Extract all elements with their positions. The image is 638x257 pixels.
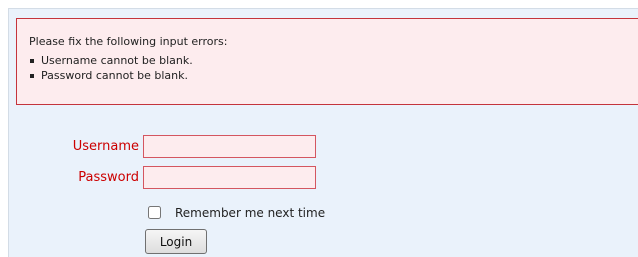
error-item-password: Password cannot be blank. bbox=[29, 68, 193, 83]
username-input[interactable] bbox=[143, 135, 316, 158]
remember-me-checkbox[interactable] bbox=[148, 206, 161, 219]
login-button[interactable]: Login bbox=[145, 229, 207, 254]
username-label: Username bbox=[72, 139, 139, 154]
error-summary: Please fix the following input errors: U… bbox=[16, 18, 638, 105]
error-list: Username cannot be blank. Password canno… bbox=[29, 53, 193, 83]
password-input[interactable] bbox=[143, 166, 316, 189]
password-label: Password bbox=[78, 170, 139, 185]
remember-me-label[interactable]: Remember me next time bbox=[175, 206, 325, 220]
error-item-username: Username cannot be blank. bbox=[29, 53, 193, 68]
login-panel: Please fix the following input errors: U… bbox=[8, 8, 638, 257]
error-heading: Please fix the following input errors: bbox=[29, 35, 228, 48]
